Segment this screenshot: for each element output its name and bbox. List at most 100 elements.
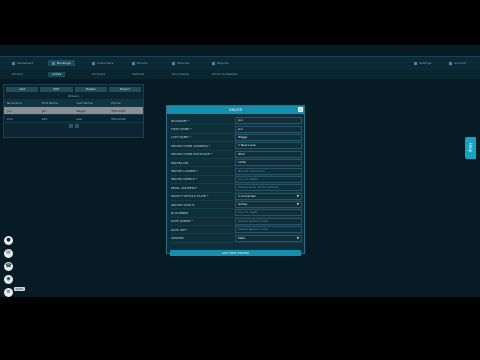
field-label: EMAIL ADDRESS* (171, 185, 198, 190)
reports-icon (212, 61, 215, 65)
form-row-first-name: FIRST NAME * Jon (171, 125, 302, 134)
table-cell: Wiggs (76, 108, 86, 113)
field-label: NI NUMBER (171, 210, 189, 215)
pin-field[interactable]: 1234 (235, 159, 302, 167)
first-name-field[interactable]: Jon (235, 125, 302, 133)
add-button[interactable]: Add (6, 87, 39, 92)
user-icon[interactable]: ● (4, 236, 13, 245)
driver-form: NICKNAME * Jon FIRST NAME * Jon LAST NAME … (171, 117, 302, 243)
field-label: DRIVER PIN (171, 160, 189, 165)
settings-icon (414, 61, 417, 65)
tab-bookings[interactable]: Bookings (48, 60, 75, 66)
table-cell: 555-0102 (111, 116, 126, 121)
phone-icon[interactable]: ☎ (4, 262, 13, 271)
field-label: DRIVER STATUS (171, 202, 195, 207)
select-value: 1-Computer (238, 193, 256, 198)
top-navigation: Dashboard Bookings Customers Drivers Veh… (0, 56, 480, 71)
subtab-archived[interactable]: Archived (88, 72, 109, 77)
zoom-level[interactable]: 100% (14, 287, 25, 291)
form-row-last-name: LAST NAME * Wiggs (171, 133, 302, 143)
select-value: Male (238, 235, 246, 240)
export-button[interactable]: Export (108, 87, 141, 92)
table-cell: Jon (7, 108, 12, 113)
account-icon (449, 61, 452, 65)
column-header[interactable]: Nickname (4, 101, 39, 105)
vehicles-icon (172, 61, 175, 65)
last-name-field[interactable]: Wiggs (235, 133, 302, 141)
date-left-field[interactable]: Please select a date (235, 226, 302, 234)
add-new-driver-button[interactable]: ADD NEW DRIVER (170, 250, 301, 256)
home-address-field[interactable]: 1 New Lane (235, 142, 302, 150)
form-row-ni-number: NI NUMBER Any 11 digits (171, 209, 302, 218)
form-row-license: DRIVER LICENSE * Not #1 maximum (171, 167, 302, 176)
tab-settings[interactable]: Settings (410, 60, 435, 66)
select-value: Active (238, 202, 248, 207)
form-row-pin: DRIVER PIN 1234 (171, 159, 302, 168)
column-header[interactable]: Last Name (74, 101, 109, 105)
table-header: Nickname First Name Last Name Phone (4, 99, 143, 107)
menu-icon[interactable]: ≡ (4, 288, 13, 297)
field-label: DATE LEFT (171, 227, 187, 232)
field-label: DRIVER LICENSE * (171, 169, 199, 174)
status-select[interactable]: Active ▼ (235, 201, 302, 209)
dialog-title: DRIVER (167, 106, 304, 114)
gender-select[interactable]: Male ▼ (235, 234, 302, 242)
mobile-field[interactable]: Any 11 digits (235, 175, 302, 183)
tab-account[interactable]: Account (445, 60, 470, 66)
chevron-down-icon: ▼ (296, 235, 299, 240)
email-field[interactable]: Please enter email address (235, 184, 302, 192)
column-header[interactable]: First Name (39, 101, 74, 105)
subtab-driver-schedules[interactable]: Driver Schedules (208, 72, 242, 77)
tab-customers[interactable]: Customers (88, 60, 117, 66)
table-cell: Jon (41, 108, 47, 113)
delete-button[interactable]: Delete (74, 87, 107, 92)
tab-reports[interactable]: Reports (208, 60, 233, 66)
form-row-date-joined: DATE JOINED * Please select a date (171, 217, 302, 227)
tab-dashboard[interactable]: Dashboard (8, 60, 37, 66)
date-joined-field[interactable]: Please select a date (235, 217, 302, 225)
field-label: DRIVER MOBILE * (171, 177, 198, 182)
drivers-icon (132, 61, 135, 65)
form-row-nickname: NICKNAME * Jon (171, 117, 302, 126)
tab-vehicles[interactable]: Vehicles (168, 60, 193, 66)
form-row-mobile: DRIVER MOBILE * Any 11 digits (171, 175, 302, 185)
subtab-drivers[interactable]: Drivers (8, 72, 27, 77)
sub-navigation: Drivers Active Archived Vehicles Documen… (0, 70, 480, 79)
form-row-home-address: DRIVER HOME ADDRESS * 1 New Lane (171, 142, 302, 151)
field-label: FIRST NAME * (171, 127, 192, 132)
subtab-documents[interactable]: Documents (168, 72, 193, 77)
tab-drivers[interactable]: Drivers (128, 60, 152, 66)
column-header[interactable]: Phone (108, 101, 143, 105)
edit-button[interactable]: Edit (40, 87, 73, 92)
help-tab[interactable]: Help (465, 137, 476, 159)
page-next-button[interactable] (74, 124, 79, 128)
driver-dialog: DRIVER × NICKNAME * Jon FIRST NAME * Jon L… (166, 105, 305, 256)
ni-number-field[interactable]: Any 11 digits (235, 209, 302, 217)
chevron-down-icon: ▼ (296, 202, 299, 207)
subtab-active[interactable]: Active (48, 72, 66, 77)
location-icon[interactable]: ◉ (4, 275, 13, 284)
nickname-field[interactable]: Jon (235, 117, 302, 125)
close-icon[interactable]: × (298, 107, 303, 112)
subtab-vehicles[interactable]: Vehicles (128, 72, 148, 77)
table-cell: Kim (7, 116, 13, 121)
page-prev-button[interactable] (68, 124, 73, 128)
table-row[interactable]: Kim Kim Lee 555-0102 (4, 115, 143, 123)
table-row[interactable]: Jon Jon Wiggs 555-0101 (4, 107, 143, 115)
message-icon[interactable]: ✉ (4, 249, 13, 258)
home-postcode-field[interactable]: W1C (235, 150, 302, 158)
vehicle-plate-select[interactable]: 1-Computer ▼ (235, 192, 302, 200)
table-cell: Lee (76, 116, 82, 121)
field-label: DRIVER HOME POSTCODE * (171, 152, 213, 157)
field-label: NICKNAME * (171, 118, 190, 123)
customers-icon (92, 61, 95, 65)
form-row-date-left: DATE LEFT Please select a date (171, 226, 302, 235)
field-label: SELECT VEHICLE PLATE * (171, 194, 209, 199)
form-row-email: EMAIL ADDRESS* Please enter email address (171, 184, 302, 193)
dashboard-icon (12, 61, 15, 65)
field-label: DATE JOINED * (171, 219, 193, 224)
form-row-vehicle-plate: SELECT VEHICLE PLATE * 1-Computer ▼ (171, 192, 302, 201)
form-row-gender: GENDER Male ▼ (171, 234, 302, 243)
field-label: LAST NAME * (171, 135, 191, 140)
license-field[interactable]: Not #1 maximum (235, 167, 302, 175)
